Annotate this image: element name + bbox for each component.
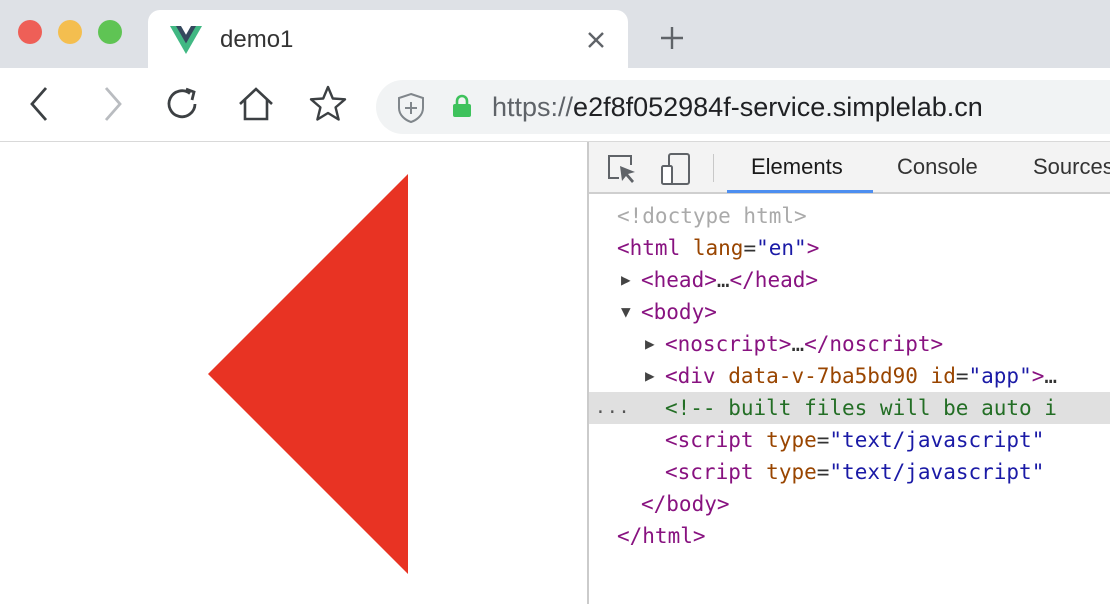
- script1-type-attr: type: [766, 428, 817, 452]
- window-minimize-button[interactable]: [58, 20, 82, 44]
- vue-logo-icon: [170, 26, 202, 54]
- window-maximize-button[interactable]: [98, 20, 122, 44]
- home-icon[interactable]: [236, 84, 276, 124]
- toolbar-separator: [713, 154, 714, 182]
- div-id-eq: =: [955, 364, 969, 388]
- browser-toolbar: https://e2f8f052984f-service.simplelab.c…: [0, 68, 1110, 142]
- page-viewport: [0, 142, 587, 604]
- div-open-close: >: [1031, 364, 1045, 388]
- dom-node-doctype[interactable]: <!doctype html>: [589, 200, 1110, 232]
- script2-line: <script type="text/javascript": [665, 456, 1044, 488]
- reload-icon[interactable]: [162, 84, 202, 124]
- noscript-ellipsis: …: [791, 332, 805, 356]
- expand-triangle-icon[interactable]: ▶: [645, 360, 655, 392]
- script1-tag: <script: [665, 428, 754, 452]
- tab-console[interactable]: Console: [897, 154, 978, 180]
- html-lang-attr: lang: [692, 236, 744, 260]
- more-options-dots[interactable]: ...: [595, 392, 631, 424]
- html-close-tag: </html>: [617, 524, 706, 548]
- devtools-panel: Elements Console Sources <!doctype html>…: [587, 142, 1110, 604]
- tab-title: demo1: [220, 26, 294, 53]
- dom-node-script-2[interactable]: <script type="text/javascript": [589, 456, 1110, 488]
- address-bar[interactable]: https://e2f8f052984f-service.simplelab.c…: [376, 80, 1110, 134]
- expand-triangle-icon[interactable]: ▶: [621, 264, 631, 296]
- div-line: <div data-v-7ba5bd90 id="app">…: [665, 360, 1057, 392]
- noscript-close-tag: </noscript>: [804, 332, 944, 356]
- collapse-triangle-icon[interactable]: ▼: [621, 296, 631, 328]
- dom-node-div-app[interactable]: ▶ <div data-v-7ba5bd90 id="app">…: [589, 360, 1110, 392]
- dom-tree: <!doctype html> <html lang="en"> ▶ <head…: [589, 200, 1110, 552]
- dom-node-html-close[interactable]: </html>: [589, 520, 1110, 552]
- devtools-tabbar: Elements Console Sources: [589, 142, 1110, 194]
- red-triangle-shape: [208, 174, 408, 574]
- bookmark-star-icon[interactable]: [308, 84, 348, 124]
- head-close-tag: </head>: [729, 268, 819, 292]
- dom-node-noscript[interactable]: ▶ <noscript>…</noscript>: [589, 328, 1110, 360]
- div-id-attr: id: [930, 364, 956, 388]
- dom-node-head[interactable]: ▶ <head>…</head>: [589, 264, 1110, 296]
- script1-type-value: "text/javascript": [829, 428, 1045, 452]
- tab-sources[interactable]: Sources: [1033, 154, 1110, 180]
- noscript-open-tag: <noscript>: [665, 332, 792, 356]
- url-host: e2f8f052984f-service.simplelab.cn: [573, 92, 983, 122]
- doctype-text: <!doctype html>: [617, 204, 807, 228]
- new-tab-icon[interactable]: [656, 22, 688, 54]
- html-lang-eq: =: [743, 236, 757, 260]
- body-open-tag: <body>: [641, 300, 717, 324]
- script2-eq: =: [816, 460, 830, 484]
- close-tab-icon[interactable]: [582, 26, 610, 54]
- div-data-attr: data-v-7ba5bd90: [728, 364, 918, 388]
- head-ellipsis: …: [716, 268, 730, 292]
- tab-elements[interactable]: Elements: [751, 154, 843, 180]
- url-scheme: https://: [492, 92, 574, 122]
- dom-node-comment-selected[interactable]: ... <!-- built files will be auto i: [589, 392, 1110, 424]
- window-close-button[interactable]: [18, 20, 42, 44]
- expand-triangle-icon[interactable]: ▶: [645, 328, 655, 360]
- html-tag: <html: [617, 236, 681, 260]
- noscript-line: <noscript>…</noscript>: [665, 328, 943, 360]
- dom-node-body[interactable]: ▼ <body>: [589, 296, 1110, 328]
- url-text: https://e2f8f052984f-service.simplelab.c…: [492, 92, 983, 123]
- script2-type-attr: type: [766, 460, 817, 484]
- script2-type-value: "text/javascript": [829, 460, 1045, 484]
- div-ellipsis: …: [1044, 364, 1058, 388]
- body-close-tag: </body>: [641, 492, 730, 516]
- script2-tag: <script: [665, 460, 754, 484]
- dom-node-script-1[interactable]: <script type="text/javascript": [589, 424, 1110, 456]
- device-toolbar-icon[interactable]: [659, 152, 693, 186]
- html-tag-close: >: [806, 236, 820, 260]
- active-tab-indicator: [727, 190, 873, 193]
- html-lang-value: "en": [756, 236, 807, 260]
- head-line: <head>…</head>: [641, 264, 818, 296]
- dom-node-body-close[interactable]: </body>: [589, 488, 1110, 520]
- div-open-tag: <div: [665, 364, 716, 388]
- lock-icon: [453, 94, 471, 117]
- tab-strip: demo1: [0, 0, 1110, 68]
- comment-text: <!-- built files will be auto i: [665, 396, 1057, 420]
- inspect-element-icon[interactable]: [605, 152, 639, 186]
- div-id-value: "app": [968, 364, 1032, 388]
- head-open-tag: <head>: [641, 268, 717, 292]
- dom-node-html[interactable]: <html lang="en">: [589, 232, 1110, 264]
- script1-eq: =: [816, 428, 830, 452]
- html-open-line: <html lang="en">: [617, 232, 819, 264]
- script1-line: <script type="text/javascript": [665, 424, 1044, 456]
- shield-icon[interactable]: [396, 92, 426, 124]
- back-icon[interactable]: [20, 84, 60, 124]
- browser-tab[interactable]: demo1: [148, 10, 628, 68]
- forward-icon[interactable]: [92, 84, 132, 124]
